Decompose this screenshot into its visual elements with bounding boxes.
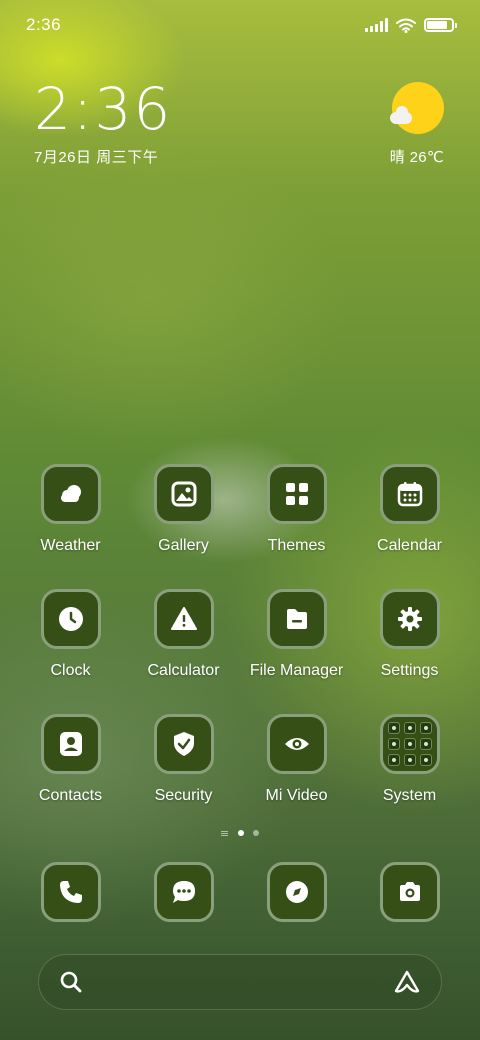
app-settings[interactable]: Settings bbox=[353, 589, 466, 714]
search-bar[interactable] bbox=[38, 954, 442, 1010]
dock-messages[interactable] bbox=[127, 862, 240, 932]
search-icon[interactable] bbox=[59, 970, 83, 994]
app-security[interactable]: Security bbox=[127, 714, 240, 839]
app-clock[interactable]: Clock bbox=[14, 589, 127, 714]
app-weather[interactable]: Weather bbox=[14, 464, 127, 589]
dock-phone[interactable] bbox=[14, 862, 127, 932]
app-grid: Weather Gallery Themes Calendar Clock Ca… bbox=[0, 464, 480, 839]
battery-level bbox=[427, 21, 448, 29]
clock-widget[interactable]: 2:36 7月26日 周三下午 bbox=[34, 76, 172, 167]
app-label: Settings bbox=[380, 662, 439, 679]
mi-video-icon[interactable] bbox=[266, 714, 327, 774]
app-label: Clock bbox=[50, 662, 91, 679]
calculator-icon[interactable] bbox=[153, 589, 214, 649]
status-icons bbox=[365, 18, 457, 33]
app-row: Clock Calculator File Manager Settings bbox=[0, 589, 480, 714]
app-label: Calculator bbox=[147, 662, 220, 679]
page-dot bbox=[253, 830, 259, 836]
contacts-icon[interactable] bbox=[40, 714, 101, 774]
app-label: Themes bbox=[267, 537, 326, 554]
app-contacts[interactable]: Contacts bbox=[14, 714, 127, 839]
themes-icon[interactable] bbox=[266, 464, 327, 524]
page-indicator[interactable] bbox=[0, 830, 480, 836]
clock-icon[interactable] bbox=[40, 589, 101, 649]
status-bar: 2:36 bbox=[0, 0, 480, 50]
camera-icon[interactable] bbox=[379, 862, 440, 922]
app-calendar[interactable]: Calendar bbox=[353, 464, 466, 589]
list-icon bbox=[221, 830, 228, 836]
app-label: Contacts bbox=[38, 787, 103, 804]
folder-icon[interactable] bbox=[379, 714, 440, 774]
weather-text: 晴 26℃ bbox=[389, 149, 444, 166]
dock-browser[interactable] bbox=[240, 862, 353, 932]
app-mi-video[interactable]: Mi Video bbox=[240, 714, 353, 839]
widget-date: 7月26日 周三下午 bbox=[34, 149, 159, 166]
file-manager-icon[interactable] bbox=[266, 589, 327, 649]
battery-icon bbox=[424, 18, 457, 32]
security-icon[interactable] bbox=[153, 714, 214, 774]
dock-row bbox=[0, 862, 480, 932]
app-label: Calendar bbox=[377, 537, 442, 554]
weather-widget[interactable]: 晴 26℃ bbox=[374, 82, 444, 167]
app-gallery[interactable]: Gallery bbox=[127, 464, 240, 589]
app-file-manager[interactable]: File Manager bbox=[240, 589, 353, 714]
app-themes[interactable]: Themes bbox=[240, 464, 353, 589]
app-label: System bbox=[382, 787, 437, 804]
messages-icon[interactable] bbox=[153, 862, 214, 922]
calendar-icon[interactable] bbox=[379, 464, 440, 524]
app-row: Contacts Security Mi Video System bbox=[0, 714, 480, 839]
partly-sunny-icon bbox=[390, 82, 444, 134]
gallery-icon[interactable] bbox=[153, 464, 214, 524]
dock bbox=[0, 862, 480, 932]
browser-icon[interactable] bbox=[266, 862, 327, 922]
app-label: File Manager bbox=[249, 662, 344, 679]
app-label: Security bbox=[154, 787, 213, 804]
page-dot-active bbox=[238, 830, 244, 836]
app-row: Weather Gallery Themes Calendar bbox=[0, 464, 480, 589]
status-time: 2:36 bbox=[26, 15, 62, 34]
app-system-folder[interactable]: System bbox=[353, 714, 466, 839]
assistant-icon[interactable] bbox=[393, 969, 421, 995]
dock-camera[interactable] bbox=[353, 862, 466, 932]
app-label: Gallery bbox=[158, 537, 209, 554]
app-label: Mi Video bbox=[265, 787, 328, 804]
app-label: Weather bbox=[40, 537, 101, 554]
signal-icon bbox=[365, 18, 388, 32]
widget-time: 2:36 bbox=[34, 75, 173, 143]
app-calculator[interactable]: Calculator bbox=[127, 589, 240, 714]
wifi-icon bbox=[396, 18, 416, 33]
phone-icon[interactable] bbox=[40, 862, 101, 922]
settings-icon[interactable] bbox=[379, 589, 440, 649]
weather-icon[interactable] bbox=[40, 464, 101, 524]
